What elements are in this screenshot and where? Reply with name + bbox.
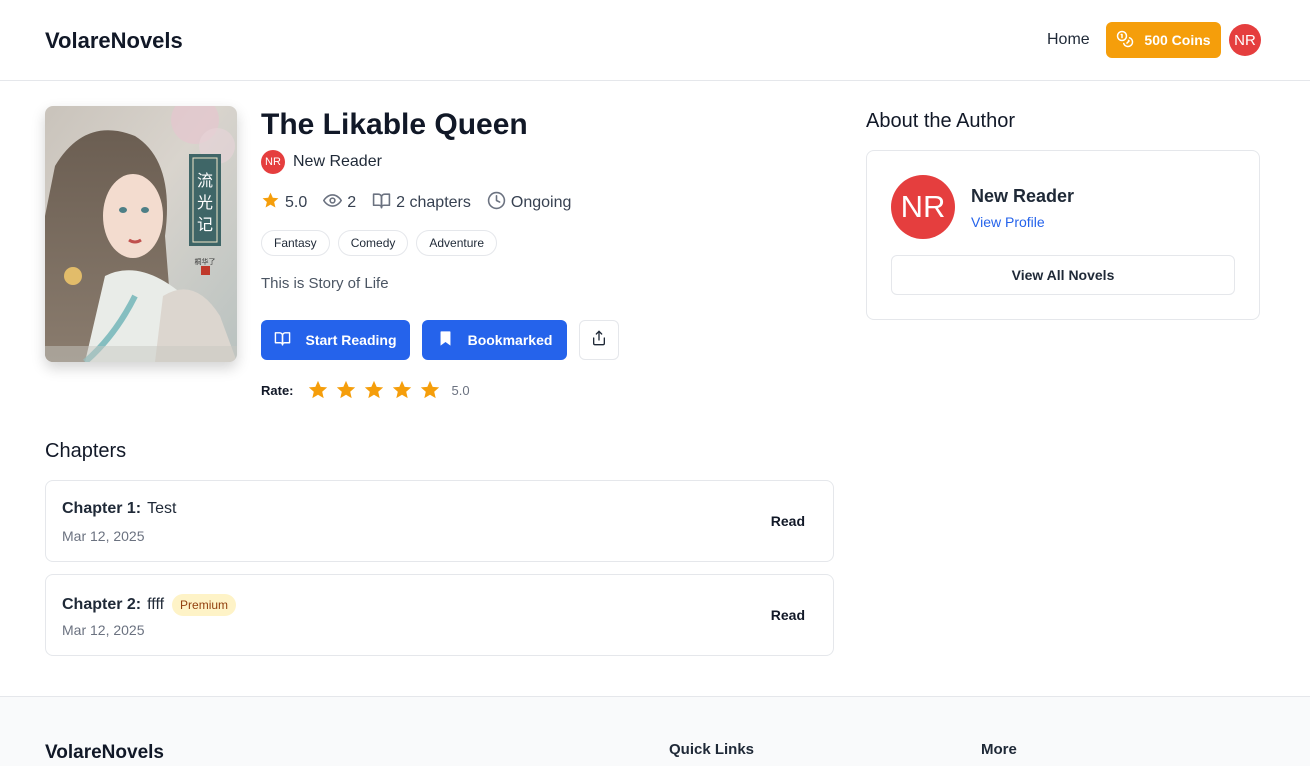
share-button[interactable] (579, 320, 619, 360)
rating-value: 5.0 (285, 194, 308, 211)
footer-quick-links-title: Quick Links (669, 741, 755, 758)
share-icon (591, 330, 607, 351)
chapter-name: ffff (147, 596, 165, 613)
views-value: 2 (347, 194, 357, 211)
tag-comedy[interactable]: Comedy (337, 230, 409, 256)
bookmark-label: Bookmarked (467, 332, 553, 348)
chapter-row-1[interactable]: Chapter 1: Test Mar 12, 2025 Read (45, 480, 834, 562)
novel-description: This is Story of Life (261, 275, 389, 292)
rate-star-1-icon[interactable] (304, 378, 332, 402)
brand-logo[interactable]: VolareNovels (45, 28, 183, 54)
rate-star-2-icon[interactable] (332, 378, 360, 402)
views-stat: 2 (323, 191, 356, 215)
rate-value: 5.0 (451, 382, 470, 398)
chapter-number: Chapter 1: (62, 500, 142, 517)
genre-tags: Fantasy Comedy Adventure (261, 230, 498, 256)
rate-star-5-icon[interactable] (416, 378, 444, 402)
coins-label: 500 Coins (1144, 32, 1211, 48)
author-card-name: New Reader (971, 186, 1075, 206)
chapters-heading: Chapters (45, 440, 127, 462)
chapter-date: Mar 12, 2025 (62, 528, 145, 544)
nav-home-link[interactable]: Home (1047, 31, 1090, 49)
novel-cover-image: 流 光 记 桐华了 (45, 106, 237, 362)
tag-fantasy[interactable]: Fantasy (261, 230, 330, 256)
chapter-header: Chapter 1: Test (62, 500, 176, 518)
tag-adventure[interactable]: Adventure (416, 230, 498, 256)
coins-button[interactable]: 500 Coins (1106, 22, 1221, 58)
author-avatar-large[interactable]: NR (891, 175, 955, 239)
rate-widget: Rate: 5.0 (261, 378, 470, 402)
chapter-read-button[interactable]: Read (771, 607, 805, 623)
bookmark-icon (437, 330, 454, 350)
author-card: NR New Reader View Profile View All Nove… (866, 150, 1260, 320)
novel-author[interactable]: NR New Reader (261, 150, 382, 174)
chapters-stat: 2 chapters (372, 191, 471, 215)
author-avatar-small: NR (261, 150, 285, 174)
about-author-heading: About the Author (866, 110, 1016, 132)
cover-calligraphy-2: 光 (197, 193, 213, 212)
chapters-count: 2 chapters (396, 194, 471, 211)
cover-calligraphy-3: 记 (197, 215, 213, 234)
footer-more-title: More (981, 741, 1017, 758)
chapter-date: Mar 12, 2025 (62, 622, 145, 638)
clock-icon (487, 191, 506, 215)
rating-stat: 5.0 (261, 191, 307, 215)
eye-icon (323, 191, 343, 215)
svg-text:桐华了: 桐华了 (195, 257, 216, 266)
rate-label: Rate: (261, 382, 294, 398)
novel-actions: Start Reading Bookmarked (261, 320, 619, 360)
novel-stats: 5.0 2 2 chapters Ongoing (261, 191, 587, 215)
book-open-icon (372, 191, 391, 215)
bookmark-button[interactable]: Bookmarked (422, 320, 567, 360)
book-open-icon (274, 330, 291, 350)
chapter-number: Chapter 2: (62, 596, 142, 613)
premium-badge: Premium (172, 594, 237, 616)
view-profile-link[interactable]: View Profile (971, 214, 1045, 230)
rate-star-4-icon[interactable] (388, 378, 416, 402)
chapter-read-button[interactable]: Read (771, 513, 805, 529)
top-navbar: VolareNovels Home 500 Coins NR (0, 0, 1310, 81)
chapter-row-2[interactable]: Chapter 2: ffff Premium Mar 12, 2025 Rea… (45, 574, 834, 656)
status-value: Ongoing (510, 194, 572, 211)
coins-icon (1116, 30, 1134, 51)
start-reading-label: Start Reading (305, 332, 397, 348)
author-name: New Reader (293, 153, 382, 170)
start-reading-button[interactable]: Start Reading (261, 320, 410, 360)
chapter-header: Chapter 2: ffff Premium (62, 594, 237, 616)
footer-brand: VolareNovels (45, 742, 164, 763)
cover-calligraphy-1: 流 (197, 171, 213, 190)
star-icon (261, 191, 280, 215)
user-avatar[interactable]: NR (1229, 24, 1261, 56)
view-all-novels-button[interactable]: View All Novels (891, 255, 1235, 295)
footer: VolareNovels Quick Links More (0, 696, 1310, 766)
status-stat: Ongoing (487, 191, 572, 215)
rate-star-3-icon[interactable] (360, 378, 388, 402)
novel-title: The Likable Queen (261, 108, 528, 141)
chapter-name: Test (147, 500, 177, 517)
